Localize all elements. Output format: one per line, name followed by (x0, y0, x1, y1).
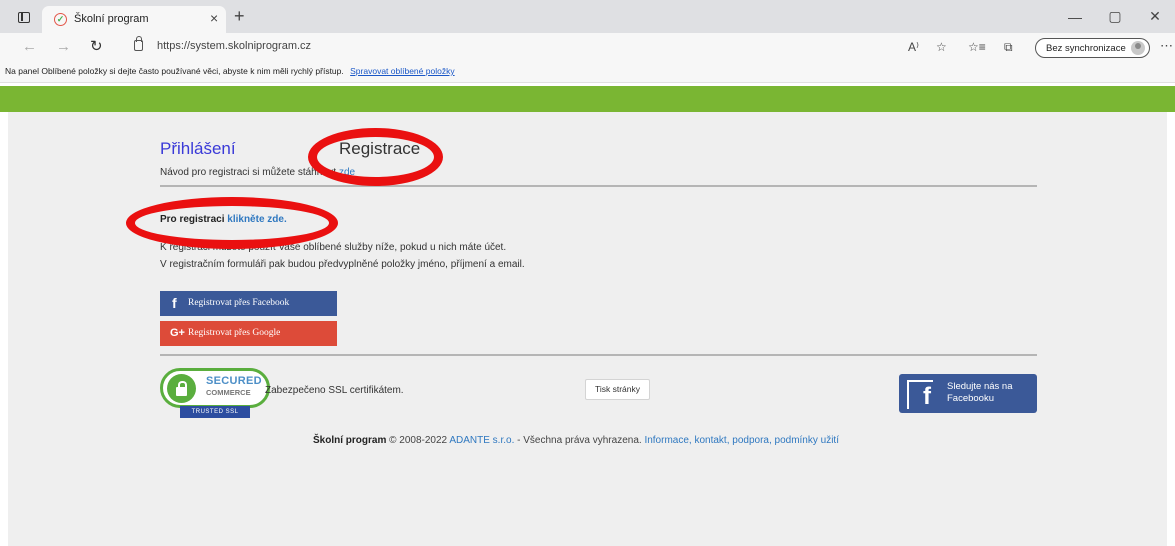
window-controls: — ▢ ✕ (1055, 0, 1175, 33)
close-window-icon[interactable]: ✕ (1135, 8, 1175, 25)
ssl-badge-pill: SECURED COMMERCE (160, 368, 270, 408)
footer-rights: - Všechna práva vyhrazena. (517, 435, 642, 446)
profile-sync-button[interactable]: Bez synchronizace (1035, 38, 1150, 58)
info-line-2: V registračním formuláři pak budou předv… (160, 259, 525, 270)
url-text[interactable]: https://system.skolniprogram.cz (157, 40, 311, 52)
ssl-text: Zabezpečeno SSL certifikátem. (265, 385, 404, 396)
forward-icon[interactable]: → (56, 38, 71, 56)
ssl-secured-text: SECURED (206, 375, 262, 387)
tab-title: Školní program (74, 13, 149, 25)
new-tab-icon[interactable]: + (234, 6, 245, 26)
favorites-icon[interactable]: ☆≡ (968, 39, 986, 55)
facebook-icon: f (907, 380, 933, 410)
more-options-icon[interactable]: ⋯ (1160, 38, 1173, 54)
padlock-icon (176, 381, 187, 396)
ssl-trusted-ribbon: TRUSTED SSL (180, 406, 250, 418)
footer-brand: Školní program (313, 435, 387, 446)
footer-company-link[interactable]: ADANTE s.r.o. (449, 435, 514, 446)
collections-icon[interactable]: ⧉ (1004, 39, 1013, 55)
favorites-bar-text: Na panel Oblíbené položky si dejte často… (5, 66, 455, 76)
back-icon[interactable]: ← (22, 38, 37, 56)
site-header-band (0, 86, 1175, 112)
footer: Školní program © 2008-2022 ADANTE s.r.o.… (313, 435, 839, 446)
ssl-commerce-text: COMMERCE (206, 388, 251, 397)
browser-tab-bar: ✓ Školní program × + — ▢ ✕ (0, 0, 1175, 33)
footer-copyright: © 2008-2022 (389, 435, 448, 446)
guide-label: Návod pro registraci si můžete stáhnout (160, 167, 337, 178)
print-page-button[interactable]: Tisk stránky (585, 379, 650, 400)
tab-login[interactable]: Přihlášení (160, 139, 236, 159)
ssl-lock-circle (167, 374, 196, 403)
restore-icon[interactable]: ▢ (1095, 8, 1135, 25)
divider (160, 354, 1037, 356)
minimize-icon[interactable]: — (1055, 9, 1095, 25)
favicon-icon: ✓ (54, 13, 67, 26)
address-bar: ← → ↻ https://system.skolniprogram.cz A⁾… (0, 33, 1175, 61)
tab-actions-icon[interactable] (18, 12, 30, 23)
reload-icon[interactable]: ↻ (90, 38, 103, 56)
facebook-button-label: Registrovat přes Facebook (188, 298, 290, 308)
sync-label: Bez synchronizace (1046, 43, 1126, 54)
tab-close-icon[interactable]: × (210, 10, 218, 26)
ssl-badge: SECURED COMMERCE TRUSTED SSL (160, 368, 270, 420)
annotation-oval-registration-tab (308, 128, 443, 186)
page-content: Přihlášení Registrace Návod pro registra… (8, 112, 1167, 546)
manage-favorites-link[interactable]: Spravovat oblíbené položky (350, 66, 454, 76)
favorites-bar: Na panel Oblíbené položky si dejte často… (0, 61, 1175, 83)
annotation-oval-register-link (126, 197, 338, 249)
google-button-label: Registrovat přes Google (188, 328, 281, 338)
register-facebook-button[interactable]: f Registrovat přes Facebook (160, 291, 337, 316)
footer-info-links[interactable]: Informace, kontakt, podpora, podmínky už… (644, 435, 839, 446)
avatar (1131, 41, 1145, 55)
read-aloud-icon[interactable]: A⁾ (908, 39, 919, 55)
facebook-follow-label: Sledujte nás na Facebooku (947, 381, 1013, 404)
url-field[interactable]: https://system.skolniprogram.cz (120, 36, 890, 58)
register-google-button[interactable]: G+ Registrovat přes Google (160, 321, 337, 346)
divider (160, 185, 1037, 187)
facebook-icon: f (172, 295, 177, 311)
google-plus-icon: G+ (170, 327, 185, 339)
site-info-lock-icon[interactable] (134, 36, 143, 51)
browser-tab[interactable]: ✓ Školní program × (42, 6, 226, 33)
facebook-follow-button[interactable]: f Sledujte nás na Facebooku (899, 374, 1037, 413)
add-favorite-icon[interactable]: ☆ (936, 39, 947, 55)
favorites-hint: Na panel Oblíbené položky si dejte často… (5, 66, 344, 76)
